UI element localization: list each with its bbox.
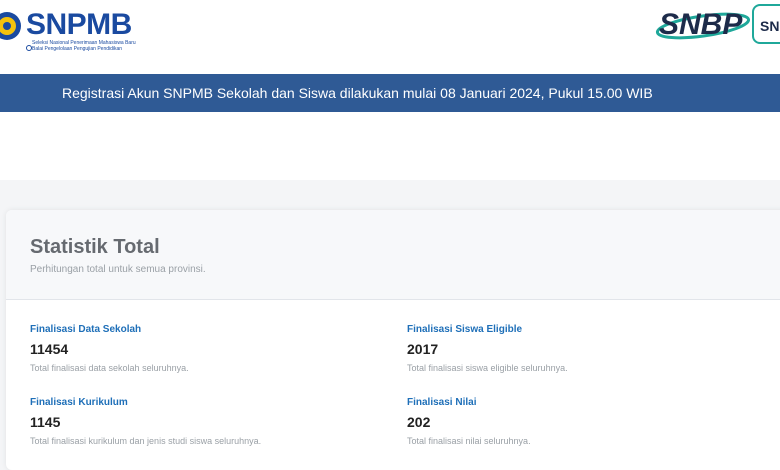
stat-data-sekolah: Finalisasi Data Sekolah 11454 Total fina…	[30, 324, 189, 374]
stat-siswa-eligible: Finalisasi Siswa Eligible 2017 Total fin…	[407, 324, 568, 374]
stat-value: 2017	[407, 341, 439, 357]
stat-value: 1145	[30, 414, 61, 430]
top-header: SNPMB Seleksi Nasional Penerimaan Mahasi…	[0, 0, 780, 74]
brand-institution: Balai Pengelolaan Pengujian Pendidikan	[32, 46, 123, 52]
stat-description: Total finalisasi data sekolah seluruhnya…	[30, 363, 189, 373]
stat-label: Finalisasi Kurikulum	[30, 397, 128, 408]
stat-description: Total finalisasi kurikulum dan jenis stu…	[30, 436, 262, 446]
stat-value: 202	[407, 414, 431, 430]
announcement-banner: Registrasi Akun SNPMB Sekolah dan Siswa …	[0, 74, 780, 112]
stat-value: 11454	[30, 341, 69, 357]
hero-space	[0, 112, 780, 180]
sn-badge-text: SN	[760, 18, 780, 34]
tut-wuri-emblem-icon	[0, 12, 21, 40]
sn-logo-badge[interactable]: SN	[752, 4, 780, 44]
stat-label: Finalisasi Nilai	[407, 397, 477, 408]
statistics-card: Statistik Total Perhitungan total untuk …	[6, 210, 780, 470]
stat-description: Total finalisasi siswa eligible seluruhn…	[407, 363, 568, 373]
snbp-logo[interactable]: SNBP	[655, 4, 755, 44]
stat-description: Total finalisasi nilai seluruhnya.	[407, 436, 531, 446]
stat-kurikulum: Finalisasi Kurikulum 1145 Total finalisa…	[30, 397, 261, 447]
stat-label: Finalisasi Siswa Eligible	[407, 324, 523, 335]
card-subtitle: Perhitungan total untuk semua provinsi.	[30, 264, 206, 275]
stat-nilai: Finalisasi Nilai 202 Total finalisasi ni…	[407, 397, 531, 447]
stat-label: Finalisasi Data Sekolah	[30, 324, 142, 335]
card-title: Statistik Total	[30, 236, 160, 258]
card-header: Statistik Total Perhitungan total untuk …	[6, 210, 780, 300]
brand-name: SNPMB	[26, 8, 132, 41]
snbp-logo-text: SNBP	[659, 8, 743, 41]
